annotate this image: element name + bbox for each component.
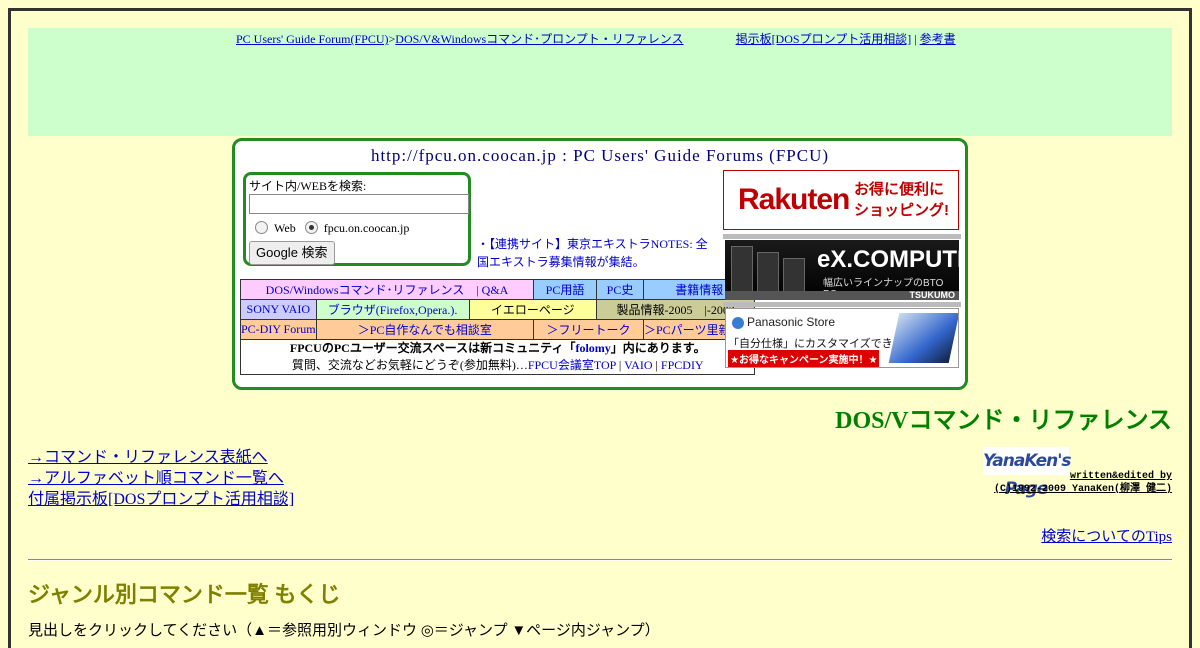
community-line2: 質問、交流などお気軽にどうぞ(参加無料)… [291, 358, 528, 372]
rakuten-logo: Rakuten [738, 183, 850, 216]
rakuten-text: お得に便利に ショッピング! [854, 181, 949, 219]
nav-sony-vaio-link[interactable]: SONY VAIO [247, 302, 310, 316]
fpcu-room-link[interactable]: FPCU会議室TOP [528, 358, 616, 372]
refs-link[interactable]: 参考書 [920, 32, 956, 46]
divider-line [28, 559, 1172, 561]
page-title: DOS/Vコマンド・リファレンス [835, 408, 1172, 434]
vaio-room-link[interactable]: VAIO [624, 358, 652, 372]
panasonic-text: 「自分仕様」にカスタマイズできる！ [728, 338, 915, 350]
ad-divider [723, 234, 961, 239]
excomputer-ad[interactable]: eX.COMPUTER 幅広いラインナップのBTO PC TSUKUMO [725, 240, 959, 300]
site-search-box: サイト内/WEBを検索: Web fpcu.on.coocan.jp Googl… [243, 172, 471, 266]
reference-links: →コマンド・リファレンス表紙へ →アルファベット順コマンド一覧へ 付属掲示板[D… [28, 447, 294, 510]
radio-site-label: fpcu.on.coocan.jp [323, 221, 410, 235]
nav-pc-history-link[interactable]: PC史 [607, 283, 634, 297]
search-scope: Web fpcu.on.coocan.jp [249, 220, 410, 236]
google-search-button[interactable]: Google 検索 [249, 241, 335, 265]
radio-site[interactable] [304, 220, 318, 234]
partner-link-block: ・【連携サイト】東京エキストラNOTES: 全国エキストラ募集情報が集結。 [477, 235, 719, 271]
nav-books-link[interactable]: 書籍情報 [675, 283, 723, 297]
nav-pc-diy-link[interactable]: PC-DIY Forum [241, 322, 316, 336]
breadcrumb-current-link[interactable]: DOS/V&Windowsコマンド･プロンプト・リファレンス [395, 32, 683, 46]
panasonic-cta: ★お得なキャンペーン実施中！★ [728, 350, 880, 367]
nav-browser-link[interactable]: ブラウザ(Firefox,Opera.). [328, 303, 458, 317]
radio-web[interactable] [255, 220, 268, 234]
section-title: ジャンル別コマンド一覧 もくじ [28, 582, 341, 607]
nav-pc-terms-link[interactable]: PC用語 [546, 283, 585, 297]
rakuten-ad[interactable]: Rakuten お得に便利に ショッピング! [723, 170, 959, 230]
bullet: ・ [477, 237, 490, 251]
panasonic-logo: Panasonic Store [732, 315, 835, 329]
nav-pc-history[interactable]: PC史 [596, 279, 644, 300]
credit-block: written&edited by (C)1992-2009 YanaKen(柳… [994, 470, 1172, 496]
ad-divider [723, 302, 961, 307]
pipe: | [655, 358, 658, 372]
board-link-main[interactable]: 付属掲示板[DOSプロンプト活用相談] [28, 491, 294, 508]
nav-free-talk[interactable]: ＞フリートーク [533, 319, 644, 340]
community-notice: FPCUのPCユーザー交流スペースは新コミュニティ「folomy」内にあります。… [239, 339, 756, 375]
pipe: | [618, 358, 622, 372]
fpcdiy-link[interactable]: FPCDIY [661, 358, 704, 372]
nav-dos-qa-link[interactable]: DOS/Windowsコマンド･リファレンス | Q&A [266, 283, 509, 297]
header-bar: PC Users' Guide Forum(FPCU)>DOS/V&Window… [28, 28, 1172, 136]
radio-web-label: Web [274, 221, 296, 235]
breadcrumb: PC Users' Guide Forum(FPCU)>DOS/V&Window… [236, 30, 956, 47]
fpcu-title: http://fpcu.on.coocan.jp : PC Users' Gui… [370, 146, 830, 165]
fpcu-nav-table: DOS/Windowsコマンド･リファレンス | Q&A PC用語 PC史 書籍… [239, 279, 756, 375]
nav-pc-terms[interactable]: PC用語 [533, 279, 597, 300]
nav-pc-diy[interactable]: PC-DIY Forum [240, 319, 317, 340]
nav-sony-vaio[interactable]: SONY VAIO [240, 299, 317, 320]
breadcrumb-home-link[interactable]: PC Users' Guide Forum(FPCU) [236, 32, 389, 46]
divider: | [914, 32, 917, 46]
panasonic-ad[interactable]: Panasonic Store 「自分仕様」にカスタマイズできる！ ★お得なキャ… [725, 308, 959, 368]
nav-pc-build-consult-link[interactable]: ＞PC自作なんでも相談室 [358, 323, 492, 337]
board-link[interactable]: 掲示板[DOSプロンプト活用相談] [736, 32, 912, 46]
cover-link[interactable]: →コマンド・リファレンス表紙へ [28, 449, 268, 466]
nav-yellow-pages-link[interactable]: イエローページ [491, 303, 575, 317]
excomputer-logo: eX.COMPUTER [817, 246, 959, 273]
folomy-link[interactable]: folomy [575, 341, 610, 355]
nav-browser[interactable]: ブラウザ(Firefox,Opera.). [315, 299, 470, 320]
nav-product-info-link[interactable]: 製品情報-2005 |-2003 [617, 303, 735, 317]
nav-pc-build-consult[interactable]: ＞PC自作なんでも相談室 [315, 319, 535, 340]
credit-line1: written&edited by [1069, 471, 1172, 482]
nav-dos-qa[interactable]: DOS/Windowsコマンド･リファレンス | Q&A [240, 279, 534, 300]
laptop-image [888, 313, 958, 363]
credit-line2: (C)1992-2009 YanaKen(柳澤 健二) [993, 484, 1172, 495]
search-tips-link[interactable]: 検索についてのTips [1041, 525, 1172, 546]
fpcu-panel: http://fpcu.on.coocan.jp : PC Users' Gui… [232, 138, 968, 390]
partner-link[interactable]: 【連携サイト】東京エキストラNOTES: 全国エキストラ募集情報が集結。 [477, 237, 708, 269]
community-line1-post: 」内にあります。 [610, 341, 706, 355]
alphabetical-link[interactable]: →アルファベット順コマンド一覧へ [28, 470, 284, 487]
tsukumo-label: TSUKUMO [909, 290, 956, 300]
nav-yellow-pages[interactable]: イエローページ [468, 299, 598, 320]
community-line1-pre: FPCUのPCユーザー交流スペースは新コミュニティ「 [289, 341, 576, 355]
panasonic-icon [732, 316, 744, 329]
search-label: サイト内/WEBを検索: [249, 179, 367, 193]
nav-free-talk-link[interactable]: ＞フリートーク [546, 323, 630, 337]
search-input[interactable] [249, 194, 469, 214]
